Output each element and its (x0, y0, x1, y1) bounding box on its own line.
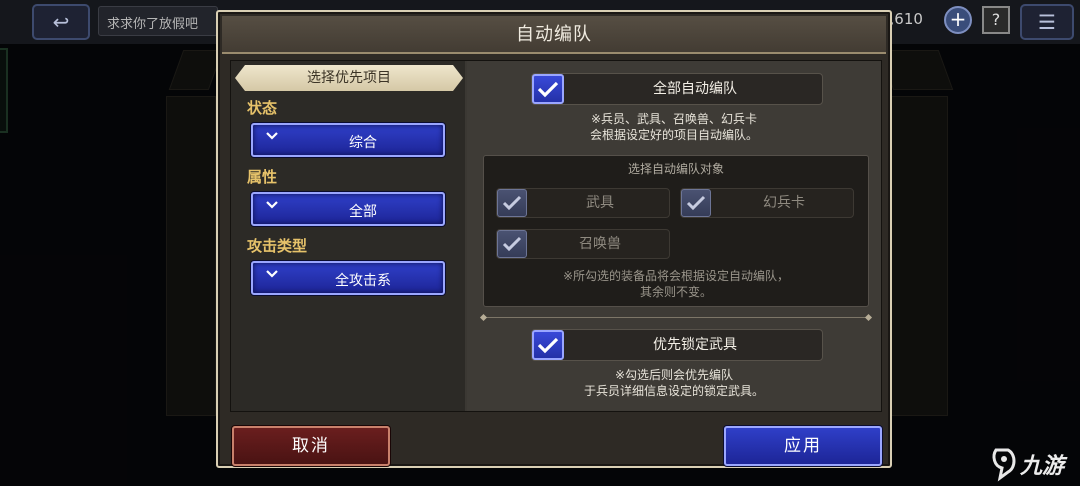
attack-type-value: 全攻击系 (335, 273, 391, 289)
auto-all-note-1: ※兵员、武具、召唤兽、幻兵卡 (590, 112, 758, 126)
auto-all-label: 全部自动编队 (653, 81, 737, 97)
lock-weapon-label: 优先锁定武具 (653, 337, 737, 353)
checkmark-icon (502, 236, 522, 252)
status-dropdown[interactable]: 综合 (251, 123, 445, 157)
target-weapon-toggle[interactable]: 武具 (496, 188, 670, 218)
lock-weapon-toggle[interactable]: 优先锁定武具 (531, 329, 823, 361)
add-currency-button[interactable]: + (944, 6, 972, 34)
checkmark-icon (686, 195, 706, 211)
priority-panel: 选择优先项目 状态 综合 属性 全部 攻击类型 全攻击系 (231, 61, 465, 411)
menu-button[interactable]: ☰ (1020, 4, 1074, 40)
chat-preview[interactable]: 求求你了放假吧 (98, 6, 218, 36)
checkbox[interactable] (532, 74, 564, 104)
checkbox[interactable] (497, 189, 527, 217)
target-weapon-label: 武具 (586, 195, 614, 211)
watermark-text: 九游 (1020, 454, 1065, 479)
attribute-value: 全部 (349, 204, 377, 220)
auto-formation-dialog: 自动编队 选择优先项目 状态 综合 属性 全部 攻击类型 全攻击系 全部自动编队… (216, 10, 892, 468)
auto-target-note: ※所勾选的装备品将会根据设定自动编队， 其余则不变。 (484, 268, 868, 300)
cancel-button[interactable]: 取消 (232, 426, 390, 466)
checkmark-icon (502, 195, 522, 211)
back-arrow-icon: ↩ (52, 10, 70, 34)
attack-type-dropdown[interactable]: 全攻击系 (251, 261, 445, 295)
target-summon-label: 召唤兽 (579, 236, 621, 252)
lock-note-1: ※勾选后则会优先编队 (614, 368, 734, 382)
checkbox[interactable] (532, 330, 564, 360)
status-label: 状态 (247, 99, 278, 117)
options-panel: 全部自动编队 ※兵员、武具、召唤兽、幻兵卡 会根据设定好的项目自动编队。 选择自… (467, 61, 881, 411)
checkbox[interactable] (497, 230, 527, 258)
auto-target-title: 选择自动编队对象 (627, 162, 724, 176)
back-button[interactable]: ↩ (32, 4, 90, 40)
auto-target-box: 选择自动编队对象 武具 幻兵卡 召唤兽 ※所勾选的装备品将会根据设定自动编队， … (483, 155, 869, 307)
watermark-logo: 九游 (990, 442, 1072, 482)
apply-button[interactable]: 应用 (724, 426, 882, 466)
hamburger-menu-icon: ☰ (1038, 10, 1056, 34)
chevron-down-icon (265, 267, 279, 285)
attack-type-label: 攻击类型 (247, 237, 308, 255)
status-value: 综合 (349, 135, 377, 151)
attribute-label: 属性 (247, 168, 278, 186)
attribute-dropdown[interactable]: 全部 (251, 192, 445, 226)
target-summon-toggle[interactable]: 召唤兽 (496, 229, 670, 259)
dialog-body: 选择优先项目 状态 综合 属性 全部 攻击类型 全攻击系 全部自动编队 ※兵员、… (230, 60, 882, 412)
help-button[interactable]: ? (982, 6, 1010, 34)
auto-target-note-2: 其余则不变。 (639, 285, 712, 299)
section-divider (483, 317, 869, 318)
dialog-title: 自动编队 (222, 16, 886, 54)
target-card-toggle[interactable]: 幻兵卡 (680, 188, 854, 218)
checkbox[interactable] (681, 189, 711, 217)
auto-all-toggle[interactable]: 全部自动编队 (531, 73, 823, 105)
chevron-down-icon (265, 129, 279, 147)
checkmark-icon (537, 81, 559, 98)
checkmark-icon (537, 337, 559, 354)
chevron-down-icon (265, 198, 279, 216)
auto-all-note-2: 会根据设定好的项目自动编队。 (589, 128, 758, 142)
priority-header: 选择优先项目 (235, 65, 463, 91)
auto-target-note-1: ※所勾选的装备品将会根据设定自动编队， (562, 269, 790, 283)
lock-note-2: 于兵员详细信息设定的锁定武具。 (583, 384, 764, 398)
target-card-label: 幻兵卡 (763, 195, 805, 211)
